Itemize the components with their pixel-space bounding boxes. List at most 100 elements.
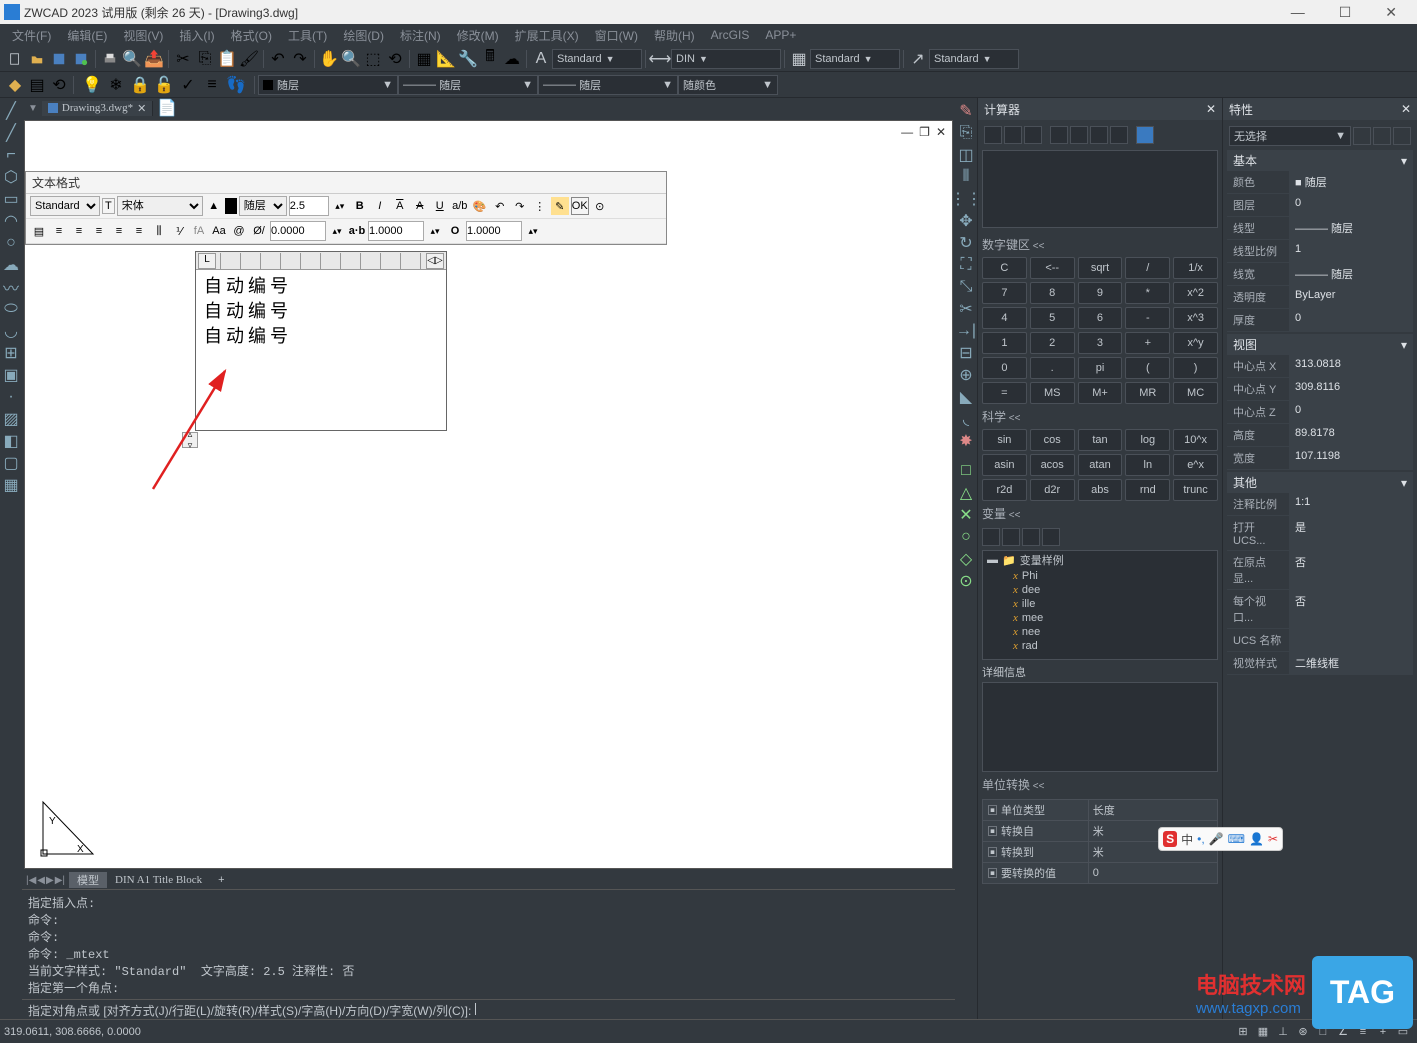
calc-button[interactable]: M+: [1078, 382, 1123, 404]
layer-icon[interactable]: ◆: [5, 75, 25, 95]
menu-item[interactable]: 绘图(D): [335, 27, 392, 44]
layer-freeze-icon[interactable]: ❄: [106, 75, 126, 95]
calc-sci-button[interactable]: rnd: [1125, 479, 1170, 501]
layer-prev-icon[interactable]: ⟲: [49, 75, 69, 95]
cloud-icon[interactable]: ☁: [502, 49, 522, 69]
text-height-input[interactable]: [289, 196, 329, 216]
menu-item[interactable]: 修改(M): [449, 27, 507, 44]
prop-row[interactable]: 宽度107.1198: [1227, 447, 1413, 470]
osnap-cen-icon[interactable]: ○: [956, 527, 976, 547]
calc-button[interactable]: 3: [1078, 332, 1123, 354]
menu-item[interactable]: 插入(I): [171, 27, 222, 44]
menu-item[interactable]: 文件(F): [4, 27, 59, 44]
rect-icon[interactable]: ▭: [1, 189, 21, 209]
join-icon[interactable]: ⊕: [956, 365, 976, 385]
save-icon[interactable]: [49, 49, 69, 69]
doc-min-icon[interactable]: —: [899, 125, 915, 139]
spline-icon[interactable]: 〰: [1, 277, 21, 297]
options-icon[interactable]: ⋮: [531, 197, 549, 215]
ruler-left-tab-icon[interactable]: L: [198, 253, 216, 269]
calc-button[interactable]: MC: [1173, 382, 1218, 404]
justify-tl-icon[interactable]: ▤: [30, 222, 48, 240]
print-icon[interactable]: [100, 49, 120, 69]
menu-item[interactable]: 格式(O): [223, 27, 280, 44]
calc-button[interactable]: 7: [982, 282, 1027, 304]
prop-row[interactable]: 高度89.8178: [1227, 424, 1413, 447]
text-color-icon[interactable]: 🎨: [471, 197, 489, 215]
calc-sci-button[interactable]: ln: [1125, 454, 1170, 476]
design-icon[interactable]: 📐: [436, 49, 456, 69]
osnap-end-icon[interactable]: □: [956, 461, 976, 481]
revcloud-icon[interactable]: ☁: [1, 255, 21, 275]
font-select[interactable]: 宋体: [117, 196, 203, 216]
prop-row[interactable]: 在原点显...否: [1227, 551, 1413, 590]
menu-item[interactable]: 扩展工具(X): [507, 27, 587, 44]
mtext-content[interactable]: 自动编号 自动编号 自动编号: [196, 270, 446, 430]
doc-close-icon[interactable]: ✕: [934, 125, 948, 139]
height-spin-icon[interactable]: ▴▾: [331, 197, 349, 215]
redo-icon[interactable]: ↷: [290, 49, 310, 69]
calc-sci-button[interactable]: abs: [1078, 479, 1123, 501]
calc-button[interactable]: 0: [982, 357, 1027, 379]
osnap-qua-icon[interactable]: ◇: [956, 549, 976, 569]
pline-icon[interactable]: ⌐: [1, 145, 21, 165]
tool-icon[interactable]: 🔧: [458, 49, 478, 69]
layer-lock-icon[interactable]: 🔒: [130, 75, 150, 95]
calc-var-hdr[interactable]: 变量: [982, 501, 1218, 526]
calc-button[interactable]: (: [1125, 357, 1170, 379]
calc-button[interactable]: 5: [1030, 307, 1075, 329]
linespace-icon[interactable]: ⫼: [150, 222, 168, 240]
var-edit-icon[interactable]: [1002, 528, 1020, 546]
var-del-icon[interactable]: [1022, 528, 1040, 546]
calc-sci-hdr[interactable]: 科学: [982, 404, 1218, 429]
prop-row[interactable]: 颜色■ 随层: [1227, 171, 1413, 194]
more-icon[interactable]: ⊙: [591, 197, 609, 215]
layout-tab-add[interactable]: +: [210, 874, 232, 886]
dim-style-combo[interactable]: DIN▼: [671, 49, 781, 69]
match-icon[interactable]: 🖌: [239, 49, 259, 69]
unit-row[interactable]: ▣ 要转换的值0: [983, 863, 1218, 884]
var-calc-icon[interactable]: [1042, 528, 1060, 546]
calc-button[interactable]: 8: [1030, 282, 1075, 304]
menu-item[interactable]: 窗口(W): [587, 27, 646, 44]
var-item[interactable]: xPhi: [983, 569, 1217, 583]
calc-sci-button[interactable]: tan: [1078, 429, 1123, 451]
prop-quick-icon[interactable]: [1393, 127, 1411, 145]
undo-icon[interactable]: ↶: [268, 49, 288, 69]
text-color-select[interactable]: 随层: [239, 196, 287, 216]
osnap-mid-icon[interactable]: △: [956, 483, 976, 503]
width1-input[interactable]: [368, 221, 424, 241]
calc-button[interactable]: -: [1125, 307, 1170, 329]
tab-add-icon[interactable]: 📄: [153, 98, 181, 118]
zoom-win-icon[interactable]: ⬚: [363, 49, 383, 69]
layer-states-icon[interactable]: ▤: [27, 75, 47, 95]
layer-match-icon[interactable]: ≡: [202, 75, 222, 95]
array-icon[interactable]: ⋮⋮: [956, 189, 976, 209]
text-style-select[interactable]: Standard: [30, 196, 100, 216]
prop-pickadd-icon[interactable]: [1353, 127, 1371, 145]
paste-icon[interactable]: 📋: [217, 49, 237, 69]
copy-icon[interactable]: ⎘: [195, 49, 215, 69]
calc-button[interactable]: ): [1173, 357, 1218, 379]
move-icon[interactable]: ✥: [956, 211, 976, 231]
prop-group-header[interactable]: 视图▾: [1227, 334, 1413, 355]
calc-sci-button[interactable]: asin: [982, 454, 1027, 476]
symbol-icon[interactable]: @: [230, 222, 248, 240]
align-right-icon[interactable]: ≡: [90, 222, 108, 240]
new-icon[interactable]: [5, 49, 25, 69]
strike-icon[interactable]: A: [411, 197, 429, 215]
calc-dist-icon[interactable]: [1070, 126, 1088, 144]
calc-paste-icon[interactable]: [1024, 126, 1042, 144]
scale-icon[interactable]: ⛶: [956, 255, 976, 275]
calc-sci-button[interactable]: d2r: [1030, 479, 1075, 501]
stack-icon[interactable]: a/b: [451, 197, 469, 215]
calc-close-icon[interactable]: ✕: [1206, 102, 1216, 116]
calc-sci-button[interactable]: trunc: [1173, 479, 1218, 501]
dim-style-icon[interactable]: ⟷: [650, 49, 670, 69]
oblique-icon[interactable]: Ø/: [250, 222, 268, 240]
var-item[interactable]: xnee: [983, 625, 1217, 639]
width2-input[interactable]: [466, 221, 522, 241]
cut-icon[interactable]: ✂: [173, 49, 193, 69]
obl-icon[interactable]: O: [446, 222, 464, 240]
width-icon[interactable]: a·b: [348, 222, 366, 240]
